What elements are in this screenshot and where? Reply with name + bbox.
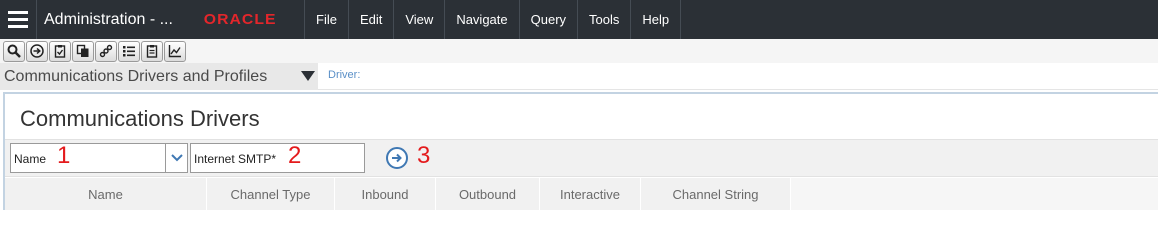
list-icon (123, 46, 135, 57)
screen-selector-dropdown[interactable]: Communications Drivers and Profiles (0, 63, 318, 90)
screen-selector-label: Communications Drivers and Profiles (4, 67, 268, 85)
column-interactive[interactable]: Interactive (540, 178, 641, 210)
top-menu-bar: Administration - ... ORACLE File Edit Vi… (0, 0, 1158, 39)
copy-button[interactable] (72, 40, 94, 62)
communications-drivers-applet: Communications Drivers Name 1 Internet S… (3, 92, 1158, 210)
column-channel-string[interactable]: Channel String (641, 178, 791, 210)
clipboard-icon (146, 45, 158, 58)
menu-help[interactable]: Help (630, 0, 682, 39)
query-bar: Name 1 Internet SMTP* 2 3 (5, 139, 1158, 177)
column-outbound[interactable]: Outbound (436, 178, 540, 210)
menu-navigate[interactable]: Navigate (444, 0, 518, 39)
column-channel-type[interactable]: Channel Type (207, 178, 335, 210)
menu-query[interactable]: Query (518, 0, 577, 39)
hamburger-menu-icon[interactable] (0, 0, 37, 39)
search-icon (7, 44, 21, 58)
screen-bar: Communications Drivers and Profiles Driv… (0, 63, 1158, 90)
clipboard-check-icon (54, 45, 66, 58)
toolbar (0, 39, 1158, 63)
list-button[interactable] (118, 40, 140, 62)
breadcrumb-driver[interactable]: Driver: (328, 69, 360, 81)
go-arrow-icon (30, 44, 44, 58)
link-icon (99, 44, 113, 58)
menu-file[interactable]: File (304, 0, 348, 39)
search-field-value: Name (14, 152, 47, 166)
clipboard-button[interactable] (141, 40, 163, 62)
chevron-down-icon[interactable] (165, 144, 187, 172)
go-button[interactable] (386, 147, 408, 169)
go-arrow-icon (392, 153, 402, 163)
menu-tools[interactable]: Tools (577, 0, 630, 39)
go-button[interactable] (26, 40, 48, 62)
caret-down-icon[interactable] (301, 71, 315, 81)
link-button[interactable] (95, 40, 117, 62)
applet-title: Communications Drivers (20, 106, 260, 131)
menu-edit[interactable]: Edit (347, 0, 393, 39)
list-column-header: Name Channel Type Inbound Outbound Inter… (5, 178, 1158, 210)
application-title[interactable]: Administration - ... (37, 0, 197, 39)
chart-icon (168, 45, 181, 58)
menu-view[interactable]: View (393, 0, 444, 39)
chart-button[interactable] (164, 40, 186, 62)
search-field-select[interactable]: Name (10, 143, 188, 173)
search-button[interactable] (3, 40, 25, 62)
column-name[interactable]: Name (5, 178, 207, 210)
copy-icon (76, 44, 89, 57)
column-inbound[interactable]: Inbound (335, 178, 436, 210)
search-value-input[interactable]: Internet SMTP* (190, 143, 365, 173)
annotation-1: 1 (57, 142, 71, 169)
oracle-logo: ORACLE (203, 11, 277, 28)
search-value-text: Internet SMTP* (194, 152, 277, 166)
clipboard-check-button[interactable] (49, 40, 71, 62)
annotation-2: 2 (288, 142, 302, 169)
annotation-3: 3 (417, 142, 431, 169)
